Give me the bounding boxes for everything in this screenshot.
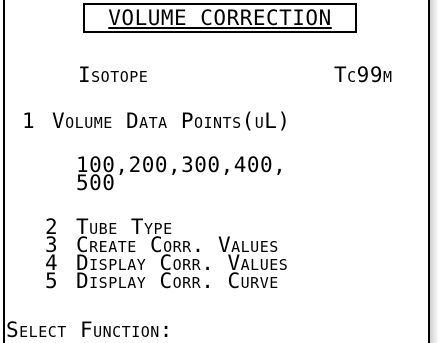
volume-points-label[interactable]: Volume Data Points(uL) (52, 110, 291, 132)
select-function-prompt: Select Function: (6, 318, 173, 342)
title-box: VOLUME CORRECTION (83, 3, 357, 33)
volume-points-number[interactable]: 1 (22, 110, 35, 132)
screen-title: VOLUME CORRECTION (108, 6, 332, 30)
isotope-label: Isotope (78, 63, 149, 87)
volume-values-line2: 500 (76, 171, 116, 195)
menu-item-5-number[interactable]: 5 (45, 270, 58, 292)
isotope-value: Tc99m (334, 63, 393, 87)
frame-shadow (430, 0, 439, 343)
instrument-screen: VOLUME CORRECTION Isotope Tc99m 1 Volume… (0, 0, 439, 343)
menu-item-display-corr-curve[interactable]: Display Corr. Curve (76, 270, 279, 292)
